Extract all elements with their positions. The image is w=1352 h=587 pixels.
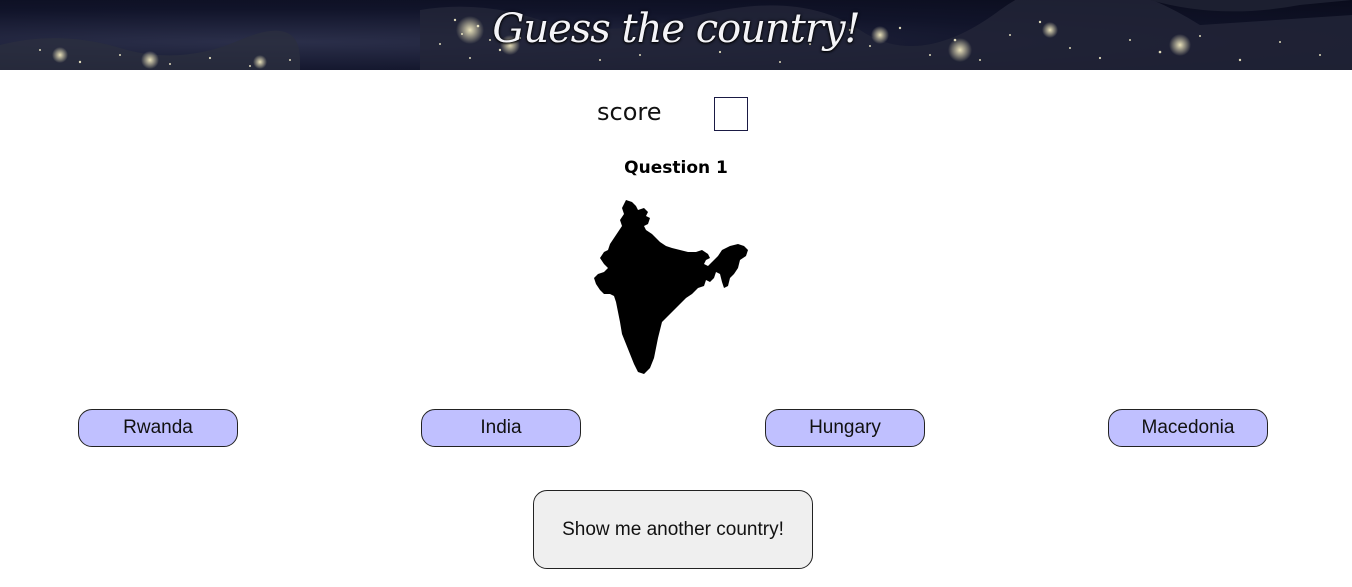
score-row: score [0, 96, 1352, 132]
question-label: Question 1 [624, 158, 728, 178]
answer-button-3[interactable]: Hungary [765, 409, 925, 447]
answer-button-2[interactable]: India [421, 409, 581, 447]
answer-button-4[interactable]: Macedonia [1108, 409, 1268, 447]
another-country-button[interactable]: Show me another country! [533, 490, 813, 569]
page-title: Guess the country! [492, 6, 860, 52]
header-banner: Guess the country! [0, 0, 1352, 70]
answer-button-1[interactable]: Rwanda [78, 409, 238, 447]
score-value-box [714, 97, 748, 131]
score-label: score [597, 98, 662, 126]
india-silhouette-icon [592, 198, 754, 376]
